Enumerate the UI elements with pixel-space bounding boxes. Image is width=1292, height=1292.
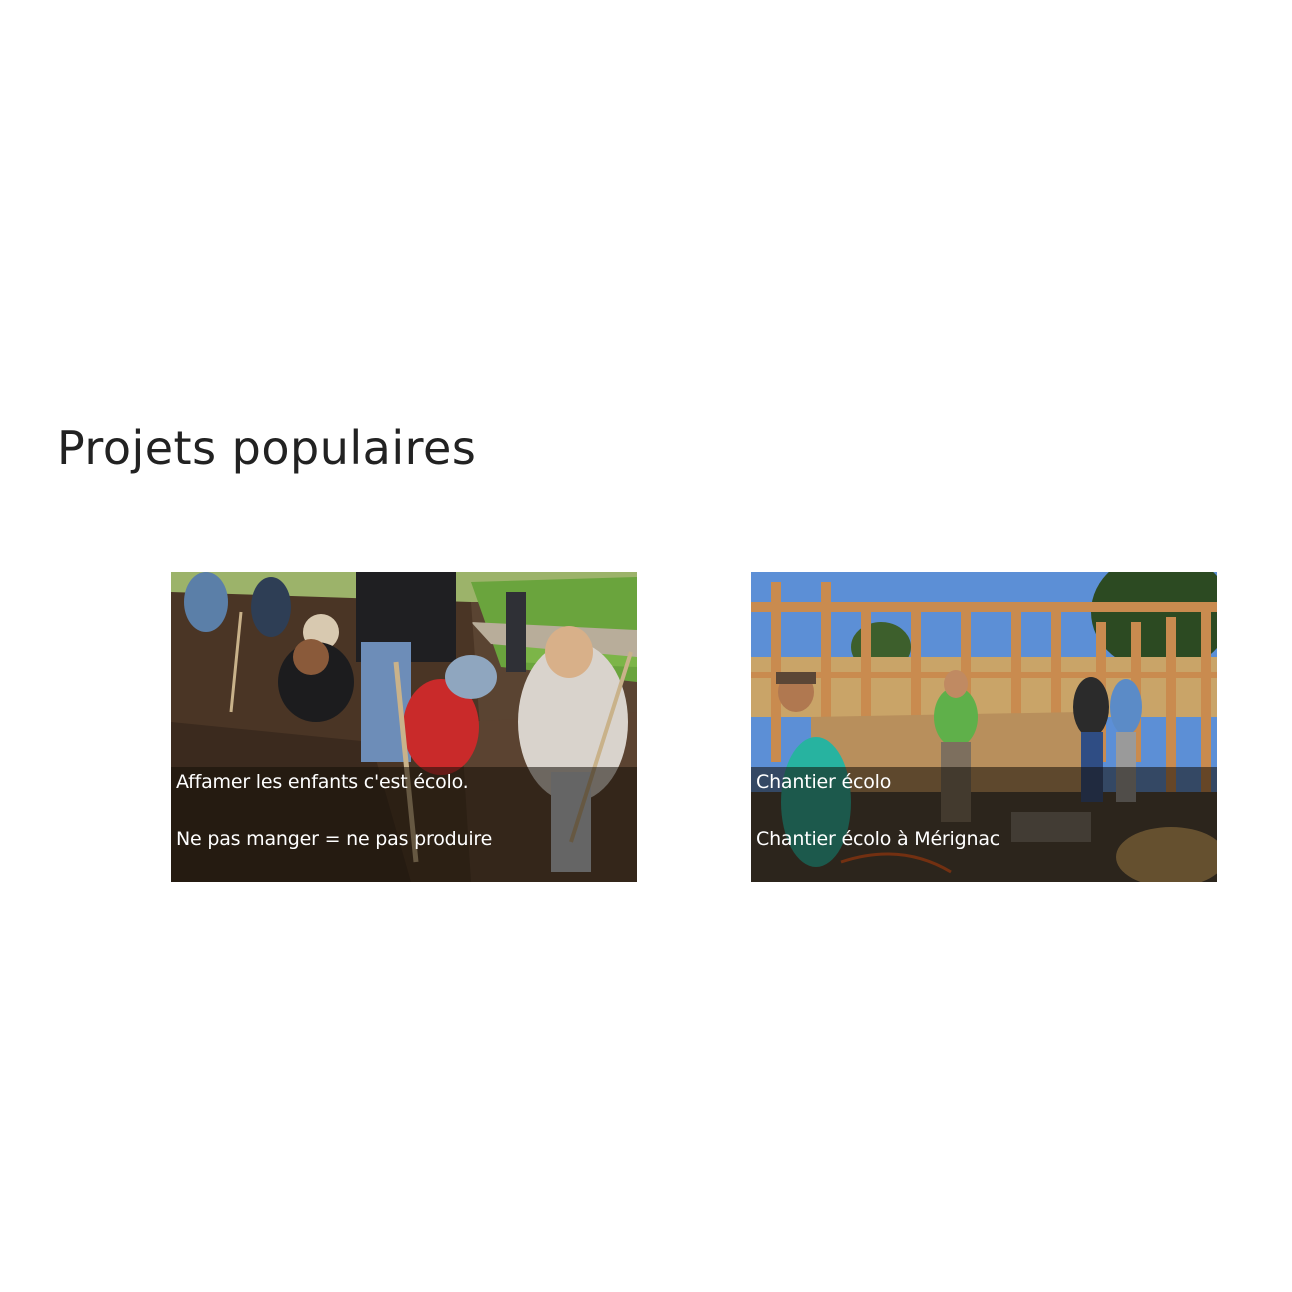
page: Projets populaires Affamer les enfants c…	[0, 0, 1292, 1292]
project-description: Ne pas manger = ne pas produire	[176, 828, 493, 850]
section-title: Projets populaires	[57, 421, 477, 475]
project-title: Chantier écolo	[756, 771, 892, 793]
project-card-construction[interactable]: Chantier écolo Chantier écolo à Mérignac	[751, 572, 1217, 882]
project-title: Affamer les enfants c'est écolo.	[176, 771, 469, 793]
project-card-gardening[interactable]: Affamer les enfants c'est écolo. Ne pas …	[171, 572, 637, 882]
project-description: Chantier écolo à Mérignac	[756, 828, 1001, 850]
